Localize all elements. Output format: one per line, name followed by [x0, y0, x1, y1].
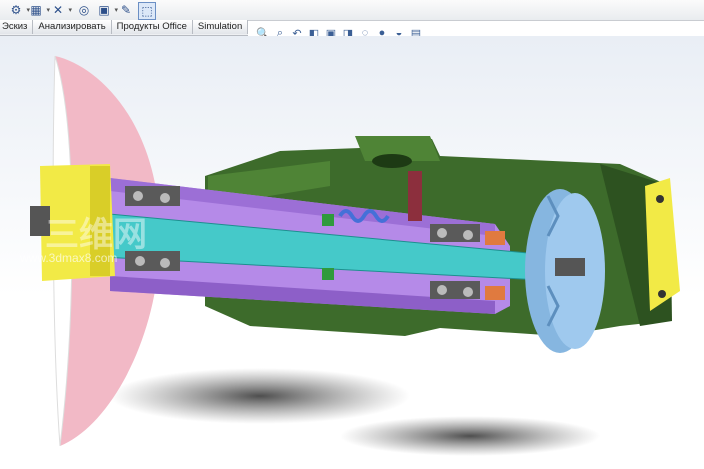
floor-shadow-2: [340, 416, 600, 456]
locking-bolt[interactable]: [408, 171, 422, 221]
spacer: [322, 268, 334, 280]
select-icon[interactable]: ✎: [118, 2, 134, 18]
rebuild-icon[interactable]: ⚙: [8, 2, 30, 18]
tab-sketch[interactable]: Эскиз: [0, 20, 34, 34]
command-manager-tabs: Эскиз Анализировать Продукты Office Simu…: [0, 20, 249, 36]
tab-office-products[interactable]: Продукты Office: [111, 20, 193, 34]
options-icon[interactable]: ▦: [28, 2, 50, 18]
seal-ring: [485, 231, 505, 245]
command-toolbar: ⚙ ▦ ✕ ◎ ▣ ✎ ⬚: [0, 0, 704, 21]
seal-ring: [485, 286, 505, 300]
sketch-tool-icon[interactable]: ▣: [96, 2, 118, 18]
floor-shadow: [110, 368, 410, 424]
graphics-viewport[interactable]: 三维网 www.3dmax8.com: [0, 36, 704, 469]
tab-evaluate[interactable]: Анализировать: [33, 20, 112, 34]
cap-bolt: [658, 290, 666, 298]
dimension-icon[interactable]: ✕: [50, 2, 72, 18]
pulley[interactable]: [525, 189, 605, 353]
cap-bolt: [656, 195, 664, 203]
select-box-icon[interactable]: ⬚: [138, 2, 156, 20]
watermark-url: www.3dmax8.com: [19, 251, 117, 265]
tab-simulation[interactable]: Simulation: [192, 20, 249, 34]
watermark-cn: 三维网: [45, 215, 147, 255]
smart-icon[interactable]: ◎: [76, 2, 92, 18]
spacer: [322, 214, 334, 226]
